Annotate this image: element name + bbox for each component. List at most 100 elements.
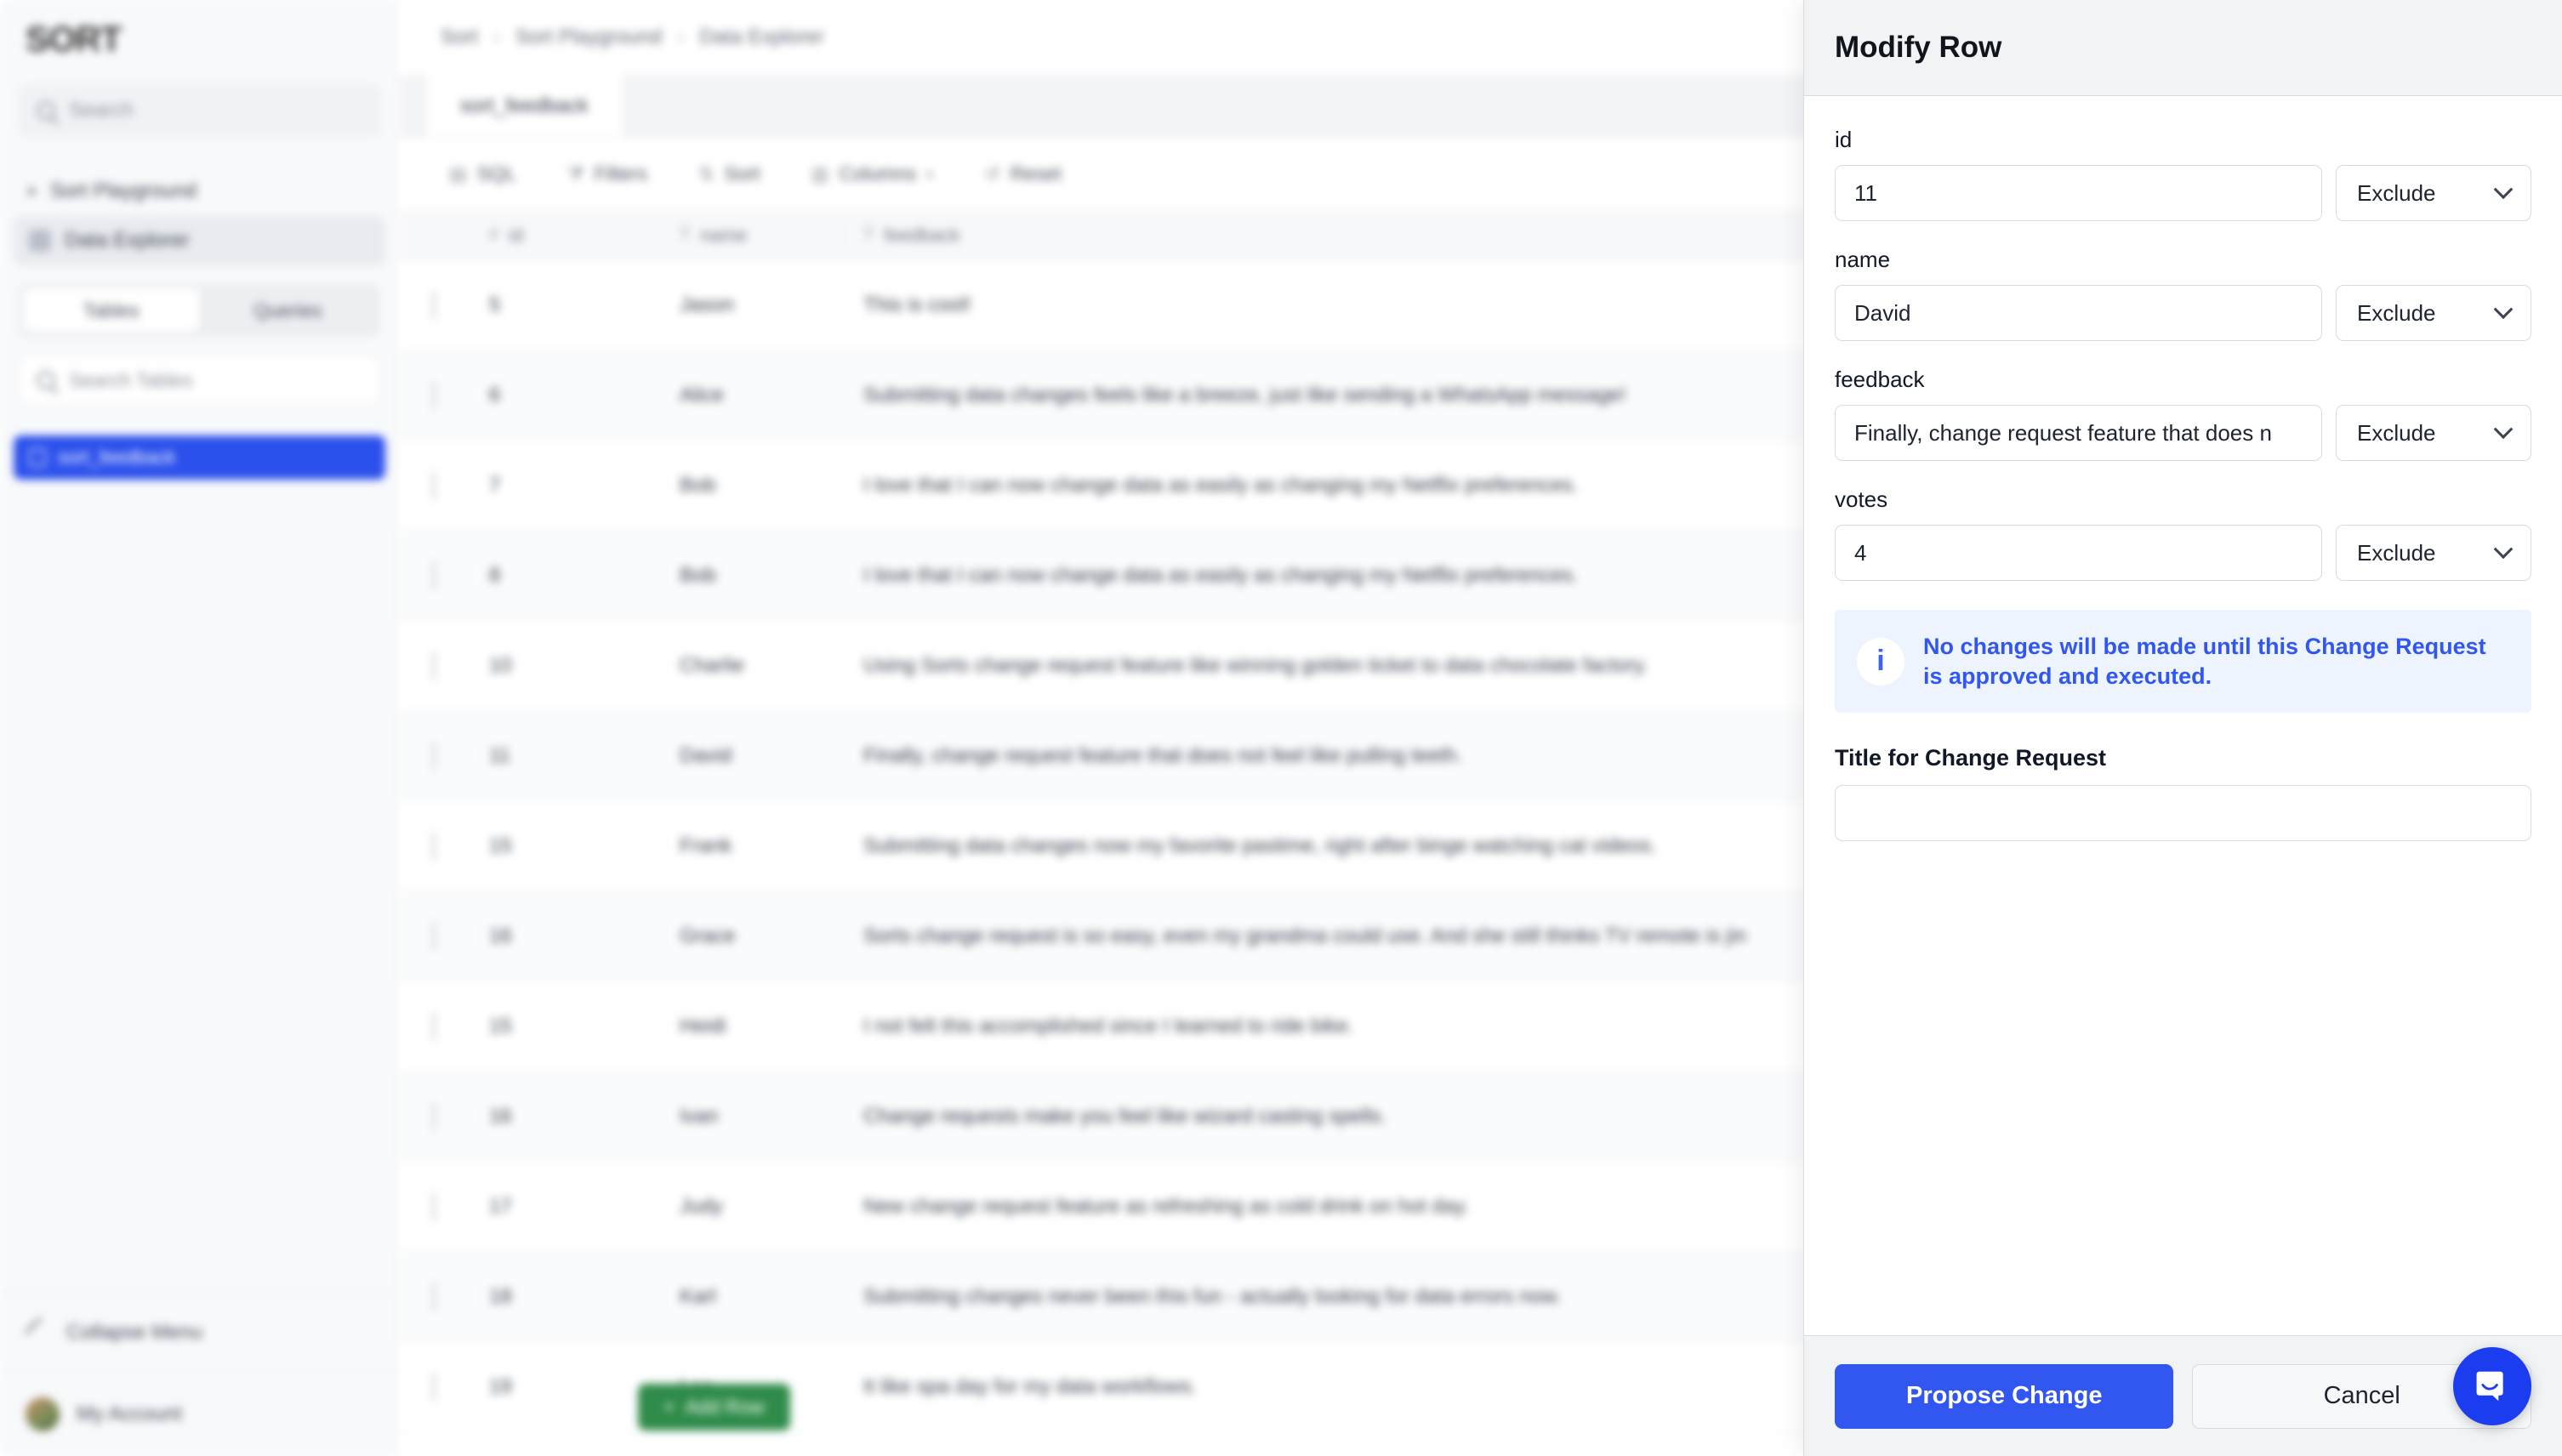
row-select-checkbox[interactable] <box>400 1372 468 1402</box>
global-search-placeholder: Search <box>69 99 134 122</box>
cell-name[interactable]: Frank <box>663 833 844 858</box>
row-select-checkbox[interactable] <box>400 1101 468 1131</box>
chevron-down-icon <box>2493 539 2514 560</box>
input-feedback[interactable]: Finally, change request feature that doe… <box>1835 405 2322 461</box>
toolbar-filters-button[interactable]: ⧩ Filters <box>547 154 668 194</box>
search-icon <box>37 371 55 390</box>
toolbar-reset-button[interactable]: ↺ Reset <box>964 154 1082 194</box>
row-handle-icon <box>432 651 436 680</box>
toolbar-label: Filters <box>594 162 648 185</box>
columns-count-icon: ▪ <box>926 162 934 185</box>
cell-name[interactable]: Grace <box>663 924 844 948</box>
row-handle-icon <box>432 831 436 861</box>
toolbar-sort-button[interactable]: ⇅ Sort <box>678 154 781 194</box>
cell-id[interactable]: 15 <box>468 833 663 858</box>
row-select-checkbox[interactable] <box>400 741 468 771</box>
row-handle-icon <box>432 741 436 771</box>
panel-body: id 11 Exclude name David Exclude feedbac… <box>1804 96 2562 1335</box>
cell-name[interactable]: Heidi <box>663 1014 844 1038</box>
field-label-votes: votes <box>1835 486 1888 512</box>
plus-icon: + <box>663 1396 675 1418</box>
input-votes[interactable]: 4 <box>1835 525 2322 581</box>
cell-name[interactable]: Bob <box>663 473 844 498</box>
cell-name[interactable]: Ivan <box>663 1104 844 1129</box>
row-select-checkbox[interactable] <box>400 1011 468 1041</box>
field-label-name: name <box>1835 247 1891 272</box>
cell-id[interactable]: 16 <box>468 924 663 948</box>
row-select-checkbox[interactable] <box>400 290 468 320</box>
cell-name[interactable]: Karl <box>663 1284 844 1309</box>
cell-id[interactable]: 7 <box>468 473 663 498</box>
breadcrumb-item-sort[interactable]: Sort <box>441 26 478 49</box>
cell-id[interactable]: 5 <box>468 293 663 317</box>
my-account-button[interactable]: My Account <box>0 1371 399 1456</box>
sidebar-item-label: Data Explorer <box>65 229 190 252</box>
row-handle-icon <box>432 921 436 951</box>
propose-change-button[interactable]: Propose Change <box>1835 1363 2174 1429</box>
cell-id[interactable]: 6 <box>468 383 663 407</box>
cell-id[interactable]: 10 <box>468 653 663 678</box>
cell-name[interactable]: Alice <box>663 383 844 407</box>
mode-select-value: Exclude <box>2357 299 2436 326</box>
cell-name[interactable]: Jason <box>663 293 844 317</box>
mode-select-votes[interactable]: Exclude <box>2336 525 2531 581</box>
cell-id[interactable]: 19 <box>468 1374 663 1399</box>
tables-queries-toggle[interactable]: Tables Queries <box>19 284 380 337</box>
cell-id[interactable]: 15 <box>468 1014 663 1038</box>
sidebar-item-data-explorer[interactable]: Data Explorer <box>14 216 385 265</box>
row-select-checkbox[interactable] <box>400 921 468 951</box>
intercom-launcher-button[interactable] <box>2453 1347 2531 1425</box>
cell-id[interactable]: 18 <box>468 1284 663 1309</box>
row-select-checkbox[interactable] <box>400 651 468 680</box>
table-search-input[interactable]: Search Tables <box>19 355 380 405</box>
row-select-checkbox[interactable] <box>400 470 468 500</box>
row-select-checkbox[interactable] <box>400 380 468 410</box>
collapse-menu-button[interactable]: Collapse Menu <box>0 1293 399 1371</box>
change-request-title-input[interactable] <box>1835 785 2531 842</box>
cell-id[interactable]: 8 <box>468 563 663 588</box>
mode-select-name[interactable]: Exclude <box>2336 285 2531 341</box>
cell-name[interactable]: Judy <box>663 1194 844 1219</box>
toolbar-columns-button[interactable]: ▥ Columns ▪ <box>791 154 954 194</box>
row-select-checkbox[interactable] <box>400 831 468 861</box>
cell-id[interactable]: 16 <box>468 1104 663 1129</box>
sort-icon: ⇅ <box>698 162 715 185</box>
row-select-checkbox[interactable] <box>400 560 468 590</box>
add-row-button[interactable]: + Add Row <box>638 1384 790 1430</box>
toggle-tables[interactable]: Tables <box>23 288 200 333</box>
column-header-id[interactable]: # id <box>468 224 663 247</box>
toolbar-label: Sort <box>724 162 760 185</box>
row-select-checkbox[interactable] <box>400 1192 468 1221</box>
sidebar-item-sort-playground[interactable]: Sort Playground <box>14 167 385 216</box>
sidebar-table-label: sort_feedback <box>58 446 176 468</box>
sidebar-table-sort-feedback[interactable]: sort_feedback <box>14 435 385 480</box>
row-select-checkbox[interactable] <box>400 1282 468 1311</box>
chat-bubble-icon <box>2476 1371 2503 1402</box>
field-id: id 11 Exclude <box>1835 127 2531 221</box>
mode-select-feedback[interactable]: Exclude <box>2336 405 2531 461</box>
mode-select-value: Exclude <box>2357 419 2436 446</box>
search-icon <box>37 101 55 120</box>
toolbar-sql-button[interactable]: ▤ SQL <box>429 154 537 194</box>
input-id[interactable]: 11 <box>1835 165 2322 221</box>
input-name[interactable]: David <box>1835 285 2322 341</box>
cell-id[interactable]: 17 <box>468 1194 663 1219</box>
tab-sort-feedback[interactable]: sort_feedback <box>425 75 623 137</box>
toggle-queries[interactable]: Queries <box>200 288 377 333</box>
breadcrumb-separator-icon: › <box>677 26 685 48</box>
breadcrumb-item-playground[interactable]: Sort Playground <box>515 26 662 49</box>
chevron-down-icon <box>2493 299 2514 320</box>
global-search-input[interactable]: Search <box>19 85 380 136</box>
cell-name[interactable]: Bob <box>663 563 844 588</box>
cell-name[interactable]: Charlie <box>663 653 844 678</box>
cell-id[interactable]: 11 <box>468 743 663 768</box>
sidebar-item-label: Sort Playground <box>50 179 197 202</box>
breadcrumb-item-data-explorer[interactable]: Data Explorer <box>699 26 824 49</box>
mode-select-id[interactable]: Exclude <box>2336 165 2531 221</box>
chevron-right-icon <box>29 185 37 197</box>
column-header-name[interactable]: T name <box>663 224 844 247</box>
text-icon: T <box>863 225 874 244</box>
cell-name[interactable]: David <box>663 743 844 768</box>
change-request-title-label: Title for Change Request <box>1835 745 2107 771</box>
field-label-id: id <box>1835 127 1853 152</box>
